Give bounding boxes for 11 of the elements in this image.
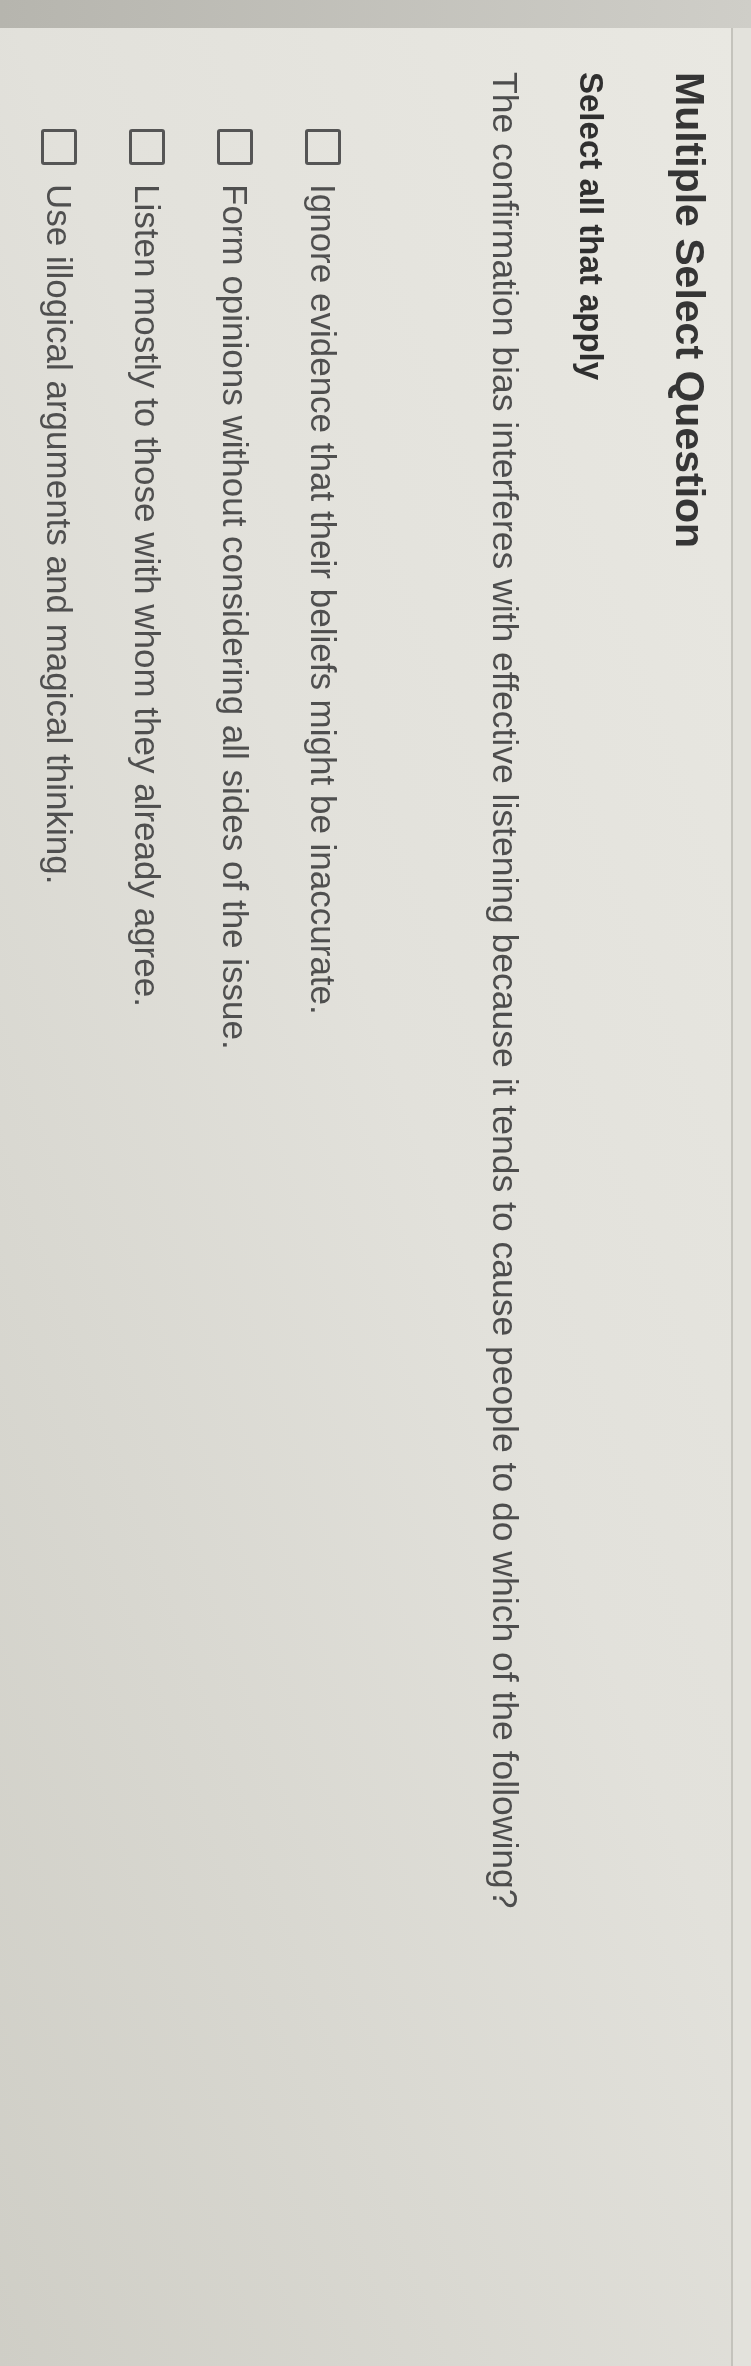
instruction-text: Select all that apply (571, 72, 611, 383)
option-label[interactable]: Form opinions without considering all sides of the issue. (213, 184, 256, 1050)
question-heading: Multiple Select Question (666, 72, 714, 551)
checkbox[interactable] (40, 129, 77, 165)
checkbox[interactable] (128, 129, 165, 165)
checkbox[interactable] (216, 129, 253, 165)
checkbox[interactable] (304, 129, 341, 165)
option-label[interactable]: Listen mostly to those with whom they already agree. (125, 184, 168, 1007)
option-label[interactable]: Ignore evidence that their beliefs might be inaccurate. (301, 184, 344, 1015)
option-label[interactable]: Use illogical arguments and magical thinking. (37, 184, 80, 885)
question-text: The confirmation bias interferes with effective listening because it tends to cause people to do which of the following? (484, 72, 527, 1911)
